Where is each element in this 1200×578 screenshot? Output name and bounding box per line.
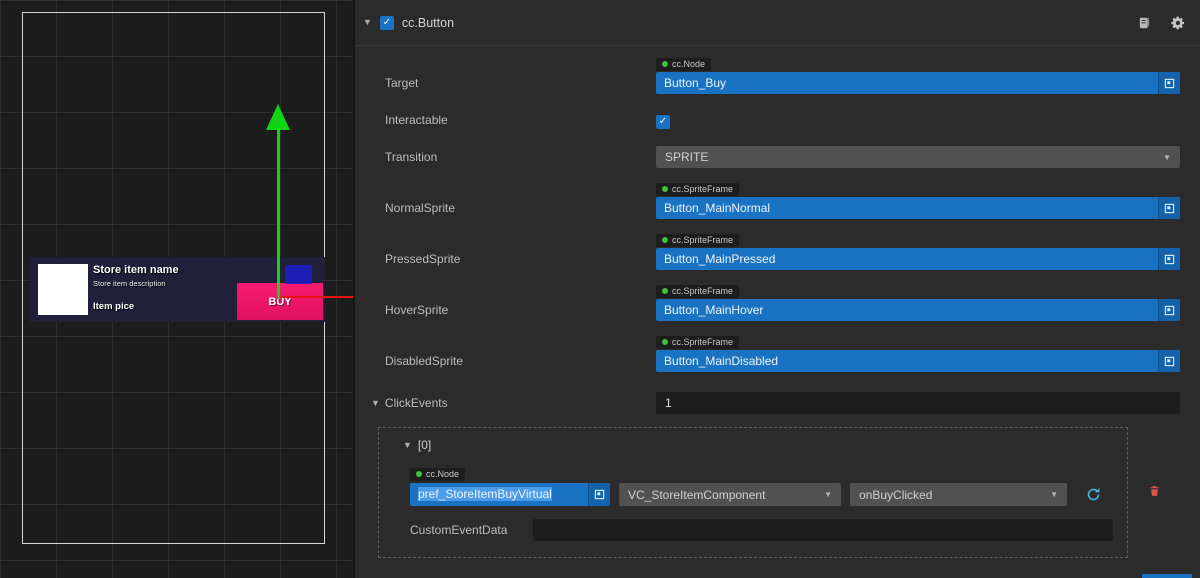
asset-picker-button[interactable] — [1158, 350, 1180, 372]
y-axis-gizmo[interactable] — [277, 129, 280, 299]
pressed-sprite-value[interactable]: Button_MainPressed — [656, 248, 1158, 270]
click-events-label: ClickEvents — [385, 396, 448, 410]
type-tag-node: cc.Node — [410, 468, 465, 481]
asset-dot-icon — [662, 288, 668, 294]
buy-button-preview[interactable]: BUY — [237, 283, 323, 320]
next-field-partial — [1142, 574, 1192, 578]
event-node-value[interactable]: pref_StoreItemBuyVirtual — [410, 483, 588, 506]
normal-sprite-ref-field[interactable]: Button_MainNormal — [656, 197, 1180, 219]
type-tag-label: cc.SpriteFrame — [672, 286, 733, 296]
event-handler-dropdown[interactable]: onBuyClicked ▼ — [850, 483, 1067, 506]
inspector-panel: ▼ ✓ cc.Button Target cc.Node — [353, 0, 1200, 578]
asset-picker-button[interactable] — [1158, 197, 1180, 219]
asset-dot-icon — [416, 471, 422, 477]
property-row-target: Target cc.Node Button_Buy — [371, 54, 1180, 94]
hover-sprite-ref-field[interactable]: Button_MainHover — [656, 299, 1180, 321]
property-row-click-events: ▼ ClickEvents 1 — [371, 392, 1180, 414]
y-axis-arrowhead-icon[interactable] — [266, 104, 290, 130]
hover-sprite-label: HoverSprite — [371, 303, 656, 321]
interactable-checkbox[interactable]: ✓ — [656, 115, 670, 129]
type-tag-label: cc.SpriteFrame — [672, 235, 733, 245]
type-tag-label: cc.Node — [672, 59, 705, 69]
component-enabled-checkbox[interactable]: ✓ — [380, 16, 394, 30]
disabled-sprite-value[interactable]: Button_MainDisabled — [656, 350, 1158, 372]
disabled-sprite-label: DisabledSprite — [371, 354, 656, 372]
type-tag-spriteframe: cc.SpriteFrame — [656, 234, 739, 247]
target-value[interactable]: Button_Buy — [656, 72, 1158, 94]
type-tag-spriteframe: cc.SpriteFrame — [656, 285, 739, 298]
asset-dot-icon — [662, 186, 668, 192]
store-item-preview[interactable]: Store item name Store item description I… — [30, 257, 325, 322]
component-title: cc.Button — [402, 16, 454, 30]
disabled-sprite-ref-field[interactable]: Button_MainDisabled — [656, 350, 1180, 372]
event-component-dropdown[interactable]: VC_StoreItemComponent ▼ — [619, 483, 841, 506]
asset-dot-icon — [662, 339, 668, 345]
selection-highlight-box — [285, 265, 312, 284]
event-component-value: VC_StoreItemComponent — [628, 488, 765, 502]
chevron-down-icon: ▼ — [1163, 153, 1171, 162]
component-properties: Target cc.Node Button_Buy Interactable — [355, 46, 1200, 578]
custom-event-data-input[interactable] — [533, 519, 1113, 541]
property-row-disabled-sprite: DisabledSprite cc.SpriteFrame Button_Mai… — [371, 332, 1180, 372]
interactable-label: Interactable — [371, 113, 656, 127]
item-icon-placeholder — [38, 264, 88, 315]
click-event-box: ▼ [0] cc.Node pref_StoreItemBuyVirtual — [378, 427, 1128, 558]
property-row-pressed-sprite: PressedSprite cc.SpriteFrame Button_Main… — [371, 230, 1180, 270]
x-axis-gizmo[interactable] — [281, 296, 353, 298]
help-docs-icon[interactable] — [1137, 16, 1152, 30]
click-event-item: ▼ [0] cc.Node pref_StoreItemBuyVirtual — [378, 427, 1180, 558]
chevron-down-icon: ▼ — [1050, 490, 1058, 499]
custom-event-data-label: CustomEventData — [410, 523, 533, 537]
type-tag-spriteframe: cc.SpriteFrame — [656, 336, 739, 349]
click-events-chevron-icon[interactable]: ▼ — [371, 399, 380, 408]
delete-event-trash-icon[interactable] — [1148, 484, 1161, 498]
click-events-count-field[interactable]: 1 — [656, 392, 1180, 414]
component-header: ▼ ✓ cc.Button — [355, 0, 1200, 46]
event-index-label: [0] — [418, 438, 431, 452]
type-tag-node: cc.Node — [656, 58, 711, 71]
property-row-hover-sprite: HoverSprite cc.SpriteFrame Button_MainHo… — [371, 281, 1180, 321]
asset-picker-button[interactable] — [1158, 299, 1180, 321]
scene-view[interactable]: Store item name Store item description I… — [0, 0, 353, 578]
pressed-sprite-ref-field[interactable]: Button_MainPressed — [656, 248, 1180, 270]
pressed-sprite-label: PressedSprite — [371, 252, 656, 270]
asset-picker-button[interactable] — [588, 483, 610, 506]
asset-dot-icon — [662, 237, 668, 243]
property-row-transition: Transition SPRITE ▼ — [371, 146, 1180, 168]
asset-picker-button[interactable] — [1158, 72, 1180, 94]
property-row-normal-sprite: NormalSprite cc.SpriteFrame Button_MainN… — [371, 179, 1180, 219]
type-tag-label: cc.Node — [426, 469, 459, 479]
target-ref-field[interactable]: Button_Buy — [656, 72, 1180, 94]
normal-sprite-label: NormalSprite — [371, 201, 656, 219]
editor-window: Store item name Store item description I… — [0, 0, 1200, 578]
asset-dot-icon — [662, 61, 668, 67]
store-item-description-text: Store item description — [93, 279, 166, 288]
event-handler-value: onBuyClicked — [859, 488, 932, 502]
type-tag-label: cc.SpriteFrame — [672, 337, 733, 347]
type-tag-label: cc.SpriteFrame — [672, 184, 733, 194]
refresh-icon[interactable] — [1086, 487, 1101, 502]
store-item-name-text: Store item name — [93, 264, 179, 276]
chevron-down-icon: ▼ — [824, 490, 832, 499]
type-tag-spriteframe: cc.SpriteFrame — [656, 183, 739, 196]
target-label: Target — [371, 76, 656, 94]
transition-label: Transition — [371, 150, 656, 164]
event-node-ref-field[interactable]: pref_StoreItemBuyVirtual — [410, 483, 610, 506]
property-row-interactable: Interactable ✓ — [371, 111, 1180, 129]
normal-sprite-value[interactable]: Button_MainNormal — [656, 197, 1158, 219]
store-item-price-text: Item pice — [93, 301, 134, 312]
transition-value: SPRITE — [665, 150, 708, 164]
gear-icon[interactable] — [1170, 15, 1186, 31]
collapse-chevron-icon[interactable]: ▼ — [363, 18, 372, 27]
event-chevron-icon[interactable]: ▼ — [403, 441, 412, 450]
hover-sprite-value[interactable]: Button_MainHover — [656, 299, 1158, 321]
transition-dropdown[interactable]: SPRITE ▼ — [656, 146, 1180, 168]
asset-picker-button[interactable] — [1158, 248, 1180, 270]
